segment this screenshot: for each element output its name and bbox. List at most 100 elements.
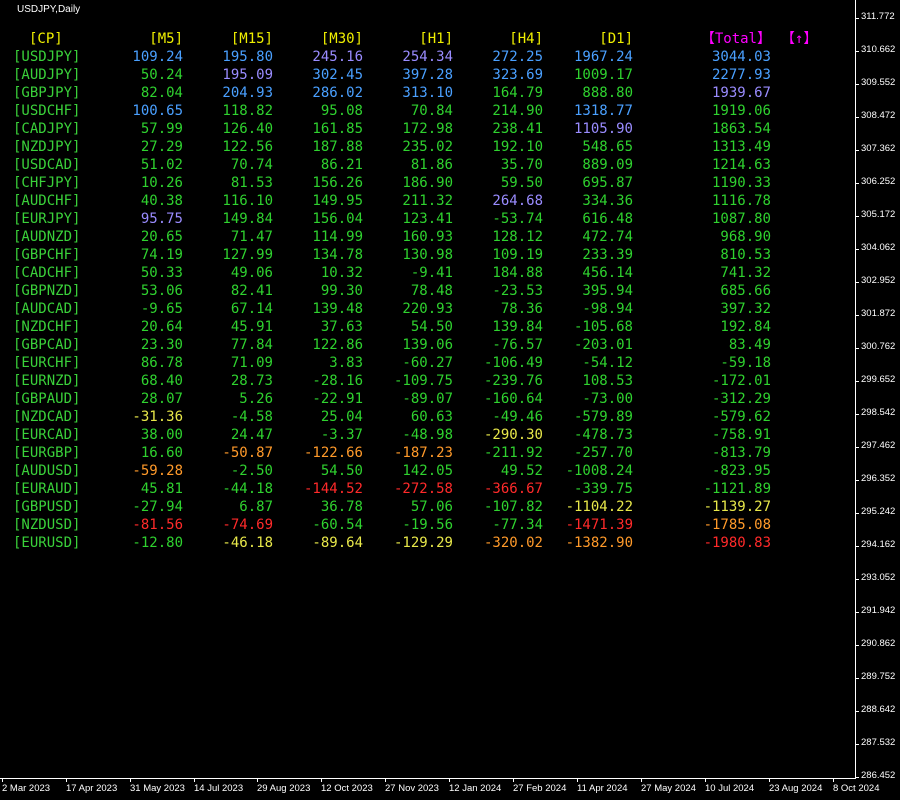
value-cell: -105.68 xyxy=(573,319,633,335)
value-cell: -203.01 xyxy=(573,337,633,353)
price-axis-tick xyxy=(855,711,859,712)
price-axis-label: 310.662 xyxy=(861,44,896,55)
value-cell: -758.91 xyxy=(711,427,771,443)
value-cell: 6.87 xyxy=(239,499,273,515)
value-cell: 139.06 xyxy=(402,337,453,353)
value-cell: 53.06 xyxy=(140,283,183,299)
pair-label: [EURAUD] xyxy=(13,481,81,497)
value-cell: 54.50 xyxy=(410,319,453,335)
value-cell: 1939.67 xyxy=(711,85,771,101)
time-axis-tick xyxy=(513,778,514,782)
value-cell: 397.32 xyxy=(720,301,771,317)
value-cell: 130.98 xyxy=(402,247,453,263)
value-cell: 108.53 xyxy=(582,373,633,389)
value-cell: 264.68 xyxy=(492,193,543,209)
value-cell: 77.84 xyxy=(230,337,273,353)
value-cell: -579.89 xyxy=(573,409,633,425)
time-axis-tick xyxy=(641,778,642,782)
price-axis-tick xyxy=(855,315,859,316)
time-axis-label: 12 Jan 2024 xyxy=(449,783,502,794)
value-cell: 741.32 xyxy=(720,265,771,281)
value-cell: 49.06 xyxy=(230,265,273,281)
value-cell: 313.10 xyxy=(402,85,453,101)
value-cell: -1008.24 xyxy=(565,463,633,479)
value-cell: -160.64 xyxy=(483,391,543,407)
price-axis-label: 302.952 xyxy=(861,275,896,286)
value-cell: 59.50 xyxy=(500,175,543,191)
value-cell: 109.19 xyxy=(492,247,543,263)
column-header: [M30] xyxy=(320,31,363,47)
value-cell: 695.87 xyxy=(582,175,633,191)
price-axis-label: 297.462 xyxy=(861,440,896,451)
value-cell: -59.28 xyxy=(132,463,183,479)
value-cell: -109.75 xyxy=(393,373,453,389)
value-cell: -122.66 xyxy=(303,445,363,461)
value-cell: 20.64 xyxy=(140,319,183,335)
value-cell: 3044.03 xyxy=(711,49,771,65)
value-cell: 114.99 xyxy=(312,229,363,245)
column-header-arrow: 【↑】 xyxy=(781,31,818,47)
time-axis-tick xyxy=(130,778,131,782)
time-axis-label: 29 Aug 2023 xyxy=(257,783,311,794)
value-cell: 323.69 xyxy=(492,67,543,83)
pair-label: [USDCHF] xyxy=(13,103,81,119)
value-cell: 160.93 xyxy=(402,229,453,245)
pair-label: [AUDUSD] xyxy=(13,463,81,479)
price-axis-label: 291.942 xyxy=(861,605,896,616)
value-cell: 16.60 xyxy=(140,445,183,461)
value-cell: -1980.83 xyxy=(703,535,771,551)
time-axis-line xyxy=(0,778,856,779)
value-cell: 20.65 xyxy=(140,229,183,245)
value-cell: 238.41 xyxy=(492,121,543,137)
time-axis-label: 2 Mar 2023 xyxy=(2,783,51,794)
value-cell: -60.27 xyxy=(402,355,453,371)
price-axis-tick xyxy=(855,612,859,613)
value-cell: 187.88 xyxy=(312,139,363,155)
price-axis-label: 301.872 xyxy=(861,308,896,319)
value-cell: 397.28 xyxy=(402,67,453,83)
value-cell: 186.90 xyxy=(402,175,453,191)
value-cell: 38.00 xyxy=(140,427,183,443)
value-cell: 810.53 xyxy=(720,247,771,263)
value-cell: -89.64 xyxy=(312,535,363,551)
price-axis-tick xyxy=(855,381,859,382)
value-cell: 184.88 xyxy=(492,265,543,281)
column-header: [H1] xyxy=(419,31,453,47)
pair-label: [AUDCHF] xyxy=(13,193,81,209)
value-cell: 45.91 xyxy=(230,319,273,335)
pair-label: [EURCHF] xyxy=(13,355,81,371)
value-cell: 95.08 xyxy=(320,103,363,119)
value-cell: 122.86 xyxy=(312,337,363,353)
time-axis-label: 27 Feb 2024 xyxy=(513,783,567,794)
value-cell: 245.16 xyxy=(312,49,363,65)
value-cell: 68.40 xyxy=(140,373,183,389)
value-cell: -46.18 xyxy=(222,535,273,551)
value-cell: 57.06 xyxy=(410,499,453,515)
time-axis-tick xyxy=(66,778,67,782)
time-axis-label: 14 Jul 2023 xyxy=(194,783,244,794)
value-cell: 211.32 xyxy=(402,193,453,209)
price-axis-tick xyxy=(855,183,859,184)
price-axis-label: 290.862 xyxy=(861,638,896,649)
value-cell: 10.32 xyxy=(320,265,363,281)
price-axis-tick xyxy=(855,480,859,481)
value-cell: 3.83 xyxy=(329,355,363,371)
value-cell: 1105.90 xyxy=(573,121,633,137)
pair-label: [NZDCAD] xyxy=(13,409,81,425)
price-axis-tick xyxy=(855,744,859,745)
value-cell: 1190.33 xyxy=(711,175,771,191)
time-axis-label: 11 Apr 2024 xyxy=(577,783,628,794)
time-axis-label: 12 Oct 2023 xyxy=(321,783,373,794)
time-axis-tick xyxy=(194,778,195,782)
value-cell: 50.33 xyxy=(140,265,183,281)
price-axis-label: 286.452 xyxy=(861,770,896,781)
price-axis-label: 305.172 xyxy=(861,209,896,220)
price-axis-tick xyxy=(855,348,859,349)
price-axis-label: 287.532 xyxy=(861,737,896,748)
value-cell: -89.07 xyxy=(402,391,453,407)
value-cell: -9.41 xyxy=(410,265,453,281)
price-axis-tick xyxy=(855,678,859,679)
value-cell: 24.47 xyxy=(230,427,273,443)
chart-window[interactable]: USDJPY,Daily [CP] [M5] [M15] [M30] [H1] [H4] [… xyxy=(0,0,900,800)
value-cell: 192.84 xyxy=(720,319,771,335)
